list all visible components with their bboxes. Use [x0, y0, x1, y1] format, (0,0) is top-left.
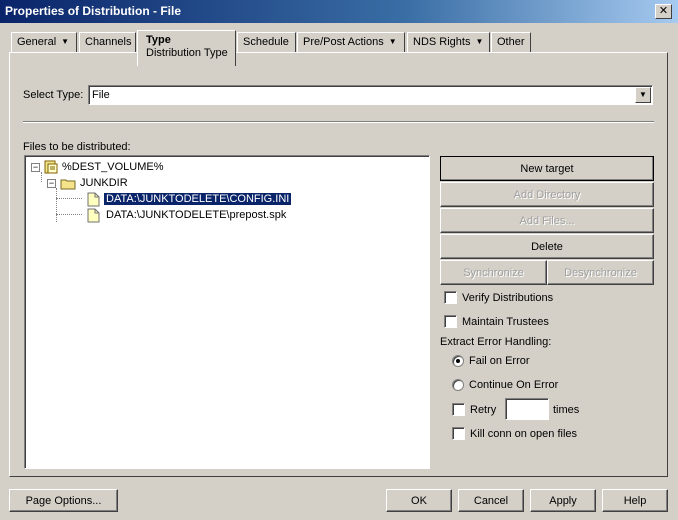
retry-option[interactable]: Retry: [452, 403, 496, 416]
tab-sublabel: Distribution Type: [146, 47, 228, 59]
desynchronize-button[interactable]: Desynchronize: [547, 260, 654, 285]
tab-other[interactable]: Other: [491, 32, 531, 52]
add-files-button[interactable]: Add Files...: [440, 208, 654, 233]
retry-count-input[interactable]: [505, 398, 549, 420]
close-icon: ✕: [658, 5, 669, 17]
tab-schedule[interactable]: Schedule: [237, 32, 296, 52]
ok-button[interactable]: OK: [386, 489, 452, 512]
separator: [23, 121, 654, 123]
file-icon: [87, 208, 100, 222]
retry-checkbox[interactable]: [452, 403, 465, 416]
tree-node-label: DATA:\JUNKTODELETE\CONFIG.INI: [102, 192, 293, 206]
collapse-icon[interactable]: −: [31, 162, 40, 172]
tab-general[interactable]: General ▼: [11, 32, 77, 52]
verify-distributions-option[interactable]: Verify Distributions: [444, 291, 553, 304]
folder-icon: [60, 179, 76, 189]
chevron-down-icon: ▼: [61, 37, 70, 46]
tree-connector: [56, 214, 82, 215]
maintain-trustees-label: Maintain Trustees: [462, 315, 549, 328]
chevron-down-icon: ▼: [475, 37, 484, 46]
tree-node-label: JUNKDIR: [80, 177, 128, 189]
close-button[interactable]: ✕: [655, 4, 672, 19]
chevron-down-icon: ▼: [388, 37, 397, 46]
retry-label: Retry: [470, 403, 497, 416]
tab-label: NDS Rights: [413, 36, 471, 48]
tree-node-config-ini[interactable]: DATA:\JUNKTODELETE\CONFIG.INI: [87, 191, 293, 207]
tree-connector: [56, 198, 82, 199]
fail-on-error-radio[interactable]: [452, 355, 464, 367]
select-type-value: File: [92, 89, 110, 101]
continue-on-error-option[interactable]: Continue On Error: [452, 379, 558, 391]
kill-conn-checkbox[interactable]: [452, 427, 465, 440]
verify-distributions-checkbox[interactable]: [444, 291, 457, 304]
help-label: Help: [623, 494, 647, 507]
tab-label: Other: [497, 36, 525, 48]
tab-nds-rights[interactable]: NDS Rights ▼: [407, 32, 490, 52]
chevron-down-icon[interactable]: ▼: [635, 87, 651, 103]
tab-label: Pre/Post Actions: [303, 36, 384, 48]
cancel-button[interactable]: Cancel: [458, 489, 524, 512]
tree-node-dest-volume[interactable]: − %DEST_VOLUME%: [31, 159, 163, 175]
ok-label: OK: [411, 494, 427, 507]
fail-on-error-option[interactable]: Fail on Error: [452, 355, 530, 367]
collapse-icon[interactable]: −: [47, 178, 56, 188]
title-bar: Properties of Distribution - File: [0, 0, 678, 23]
retry-times-label: times: [553, 404, 580, 416]
apply-button[interactable]: Apply: [530, 489, 596, 512]
help-button[interactable]: Help: [602, 489, 668, 512]
new-target-button[interactable]: New target: [440, 156, 654, 181]
tab-label: Type: [146, 34, 171, 46]
tree-connector: [56, 188, 57, 222]
tree-node-label: DATA:\JUNKTODELETE\prepost.spk: [106, 209, 287, 221]
delete-label: Delete: [531, 240, 563, 253]
volume-icon: [44, 160, 58, 174]
tab-label: General: [17, 36, 57, 48]
tree-node-prepost-spk[interactable]: DATA:\JUNKTODELETE\prepost.spk: [87, 207, 288, 223]
file-tree[interactable]: − %DEST_VOLUME% − JUNKDIR DATA:\JUNKTODE…: [24, 155, 430, 469]
maintain-trustees-checkbox[interactable]: [444, 315, 457, 328]
maintain-trustees-option[interactable]: Maintain Trustees: [444, 315, 549, 328]
file-icon: [87, 192, 100, 206]
continue-on-error-radio[interactable]: [452, 379, 464, 391]
desynchronize-label: Desynchronize: [564, 266, 637, 279]
synchronize-label: Synchronize: [463, 266, 524, 279]
page-options-button[interactable]: Page Options...: [9, 489, 118, 512]
cancel-label: Cancel: [473, 494, 509, 507]
apply-label: Apply: [549, 494, 577, 507]
select-type-label: Select Type:: [23, 89, 84, 101]
page-options-label: Page Options...: [25, 494, 102, 507]
new-target-label: New target: [520, 162, 574, 175]
verify-distributions-label: Verify Distributions: [462, 291, 554, 304]
fail-on-error-label: Fail on Error: [469, 355, 530, 367]
tab-channels[interactable]: Channels: [79, 32, 136, 52]
kill-conn-option[interactable]: Kill conn on open files: [452, 427, 577, 440]
add-files-label: Add Files...: [519, 214, 575, 227]
add-directory-label: Add Directory: [513, 188, 581, 201]
add-directory-button[interactable]: Add Directory: [440, 182, 654, 207]
synchronize-button[interactable]: Synchronize: [440, 260, 547, 285]
tab-pre-post-actions[interactable]: Pre/Post Actions ▼: [297, 32, 405, 52]
kill-conn-label: Kill conn on open files: [470, 427, 578, 440]
tree-node-junkdir[interactable]: − JUNKDIR: [47, 175, 128, 191]
continue-on-error-label: Continue On Error: [469, 379, 559, 391]
tab-label: Schedule: [243, 36, 289, 48]
delete-button[interactable]: Delete: [440, 234, 654, 259]
tab-type[interactable]: Type Distribution Type: [137, 30, 236, 66]
window-title: Properties of Distribution - File: [5, 4, 182, 18]
files-label: Files to be distributed:: [23, 141, 131, 153]
extract-error-label: Extract Error Handling:: [440, 336, 552, 348]
tree-node-label: %DEST_VOLUME%: [62, 161, 164, 173]
select-type-dropdown[interactable]: File ▼: [88, 85, 653, 105]
tab-label: Channels: [85, 36, 132, 48]
